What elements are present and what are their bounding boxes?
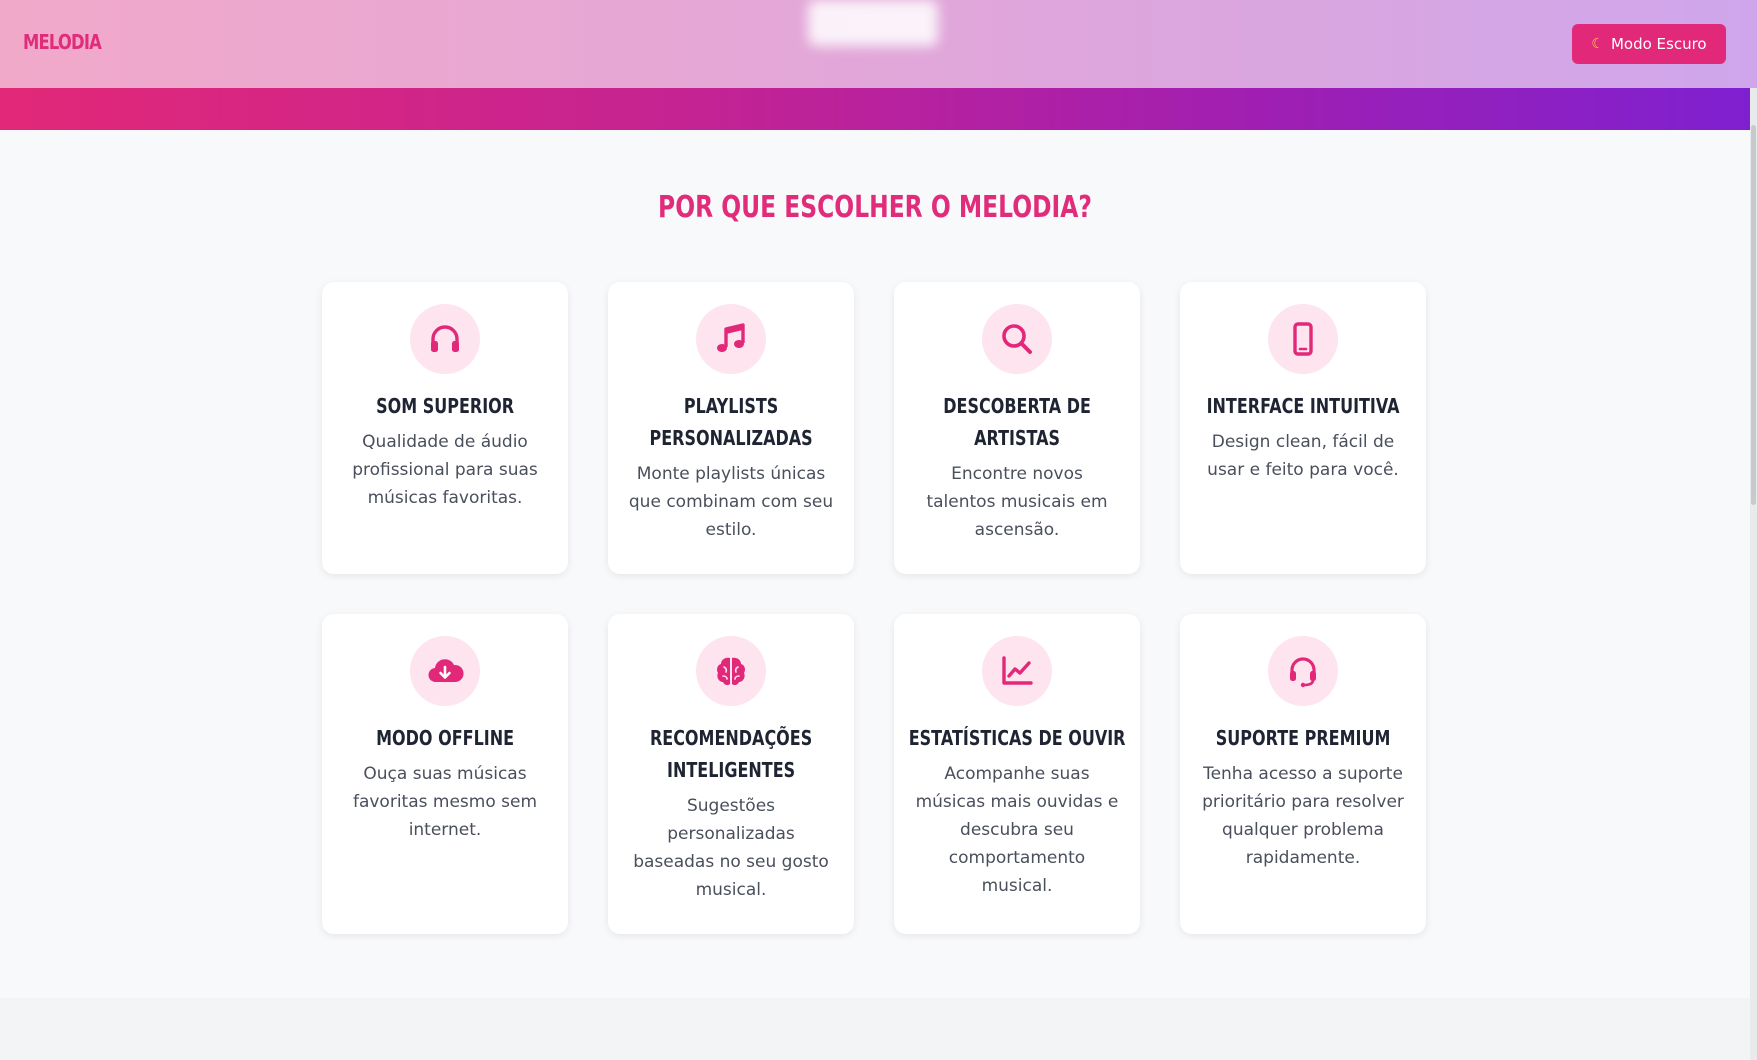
features-section: POR QUE ESCOLHER O MELODIA? SOM SUPERIOR… [0, 130, 1750, 998]
section-title: POR QUE ESCOLHER O MELODIA? [658, 190, 1092, 225]
music-note-icon [696, 304, 766, 374]
feature-card: PLAYLISTS PERSONALIZADAS Monte playlists… [608, 282, 854, 574]
feature-title: SUPORTE PREMIUM [1215, 726, 1391, 750]
dark-mode-button[interactable]: ☾ Modo Escuro [1572, 24, 1726, 64]
feature-card: SOM SUPERIOR Qualidade de áudio profissi… [322, 282, 568, 574]
feature-card: INTERFACE INTUITIVA Design clean, fácil … [1180, 282, 1426, 574]
cloud-download-icon [410, 636, 480, 706]
blurred-nav-element [808, 0, 938, 46]
moon-icon: ☾ [1591, 36, 1604, 52]
feature-card: MODO OFFLINE Ouça suas músicas favoritas… [322, 614, 568, 934]
page: MELODIA ☾ Modo Escuro POR QUE ESCOLHER O… [0, 0, 1757, 1060]
feature-description: Design clean, fácil de usar e feito para… [1207, 432, 1399, 480]
feature-card: SUPORTE PREMIUM Tenha acesso a suporte p… [1180, 614, 1426, 934]
feature-card: ESTATÍSTICAS DE OUVIR Acompanhe suas mús… [894, 614, 1140, 934]
feature-title: PLAYLISTS PERSONALIZADAS [649, 394, 813, 450]
dark-mode-button-label: Modo Escuro [1610, 35, 1707, 53]
chart-line-icon [982, 636, 1052, 706]
top-navbar: MELODIA ☾ Modo Escuro [0, 0, 1757, 88]
feature-title: RECOMENDAÇÕES INTELIGENTES [649, 726, 813, 782]
footer-strip [0, 998, 1750, 1060]
headset-icon [1268, 636, 1338, 706]
scrollbar-thumb[interactable] [1751, 125, 1756, 505]
features-grid: SOM SUPERIOR Qualidade de áudio profissi… [322, 282, 1428, 934]
feature-card: DESCOBERTA DE ARTISTAS Encontre novos ta… [894, 282, 1140, 574]
headphones-icon [410, 304, 480, 374]
mobile-phone-icon [1268, 304, 1338, 374]
feature-card: RECOMENDAÇÕES INTELIGENTES Sugestões per… [608, 614, 854, 934]
feature-title: SOM SUPERIOR [376, 394, 514, 418]
search-icon [982, 304, 1052, 374]
feature-description: Encontre novos talentos musicais em asce… [926, 464, 1108, 540]
feature-title: ESTATÍSTICAS DE OUVIR [908, 726, 1126, 750]
feature-description: Sugestões personalizadas baseadas no seu… [633, 796, 829, 900]
feature-description: Ouça suas músicas favoritas mesmo sem in… [352, 764, 538, 840]
brand-logo[interactable]: MELODIA [23, 30, 102, 54]
feature-title: INTERFACE INTUITIVA [1206, 394, 1400, 418]
feature-description: Monte playlists únicas que combinam com … [628, 464, 834, 540]
brain-icon [696, 636, 766, 706]
feature-title: MODO OFFLINE [376, 726, 514, 750]
feature-title: DESCOBERTA DE ARTISTAS [943, 394, 1091, 450]
feature-description: Acompanhe suas músicas mais ouvidas e de… [915, 764, 1119, 896]
gradient-banner [0, 88, 1750, 130]
feature-description: Tenha acesso a suporte prioritário para … [1202, 764, 1404, 868]
feature-description: Qualidade de áudio profissional para sua… [352, 432, 538, 508]
